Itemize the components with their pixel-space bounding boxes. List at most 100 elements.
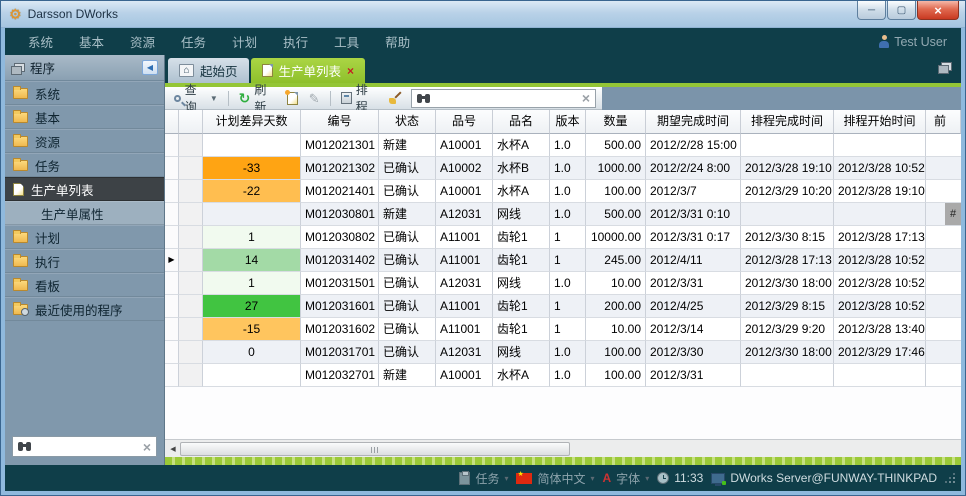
clear-filter-icon[interactable]: ×: [143, 440, 151, 454]
tab-active[interactable]: 生产单列表×: [251, 58, 366, 83]
tab-close-icon[interactable]: ×: [347, 65, 354, 77]
table-row[interactable]: M012030801新建A12031网线1.0500.002012/3/31 0…: [165, 203, 961, 226]
menu-item[interactable]: 基本: [66, 32, 117, 51]
menu-item[interactable]: 系统: [15, 32, 66, 51]
column-header[interactable]: 数量: [586, 110, 646, 134]
chevron-down-icon[interactable]: ▼: [210, 94, 218, 103]
grid-cell: 0: [203, 341, 301, 364]
row-gutter: [179, 341, 203, 364]
task-status-button[interactable]: 任务 ▾: [459, 470, 508, 487]
menu-item[interactable]: 帮助: [372, 32, 423, 51]
row-marker: [165, 134, 179, 157]
grid-cell: [926, 364, 961, 387]
scroll-left-icon[interactable]: ◀: [166, 445, 180, 453]
sidebar-item[interactable]: 系统: [5, 81, 164, 105]
chevron-down-icon[interactable]: ▾: [645, 474, 649, 483]
sidebar-item[interactable]: 执行: [5, 249, 164, 273]
grid-cell: [203, 203, 301, 226]
sidebar-item[interactable]: 最近使用的程序: [5, 297, 164, 321]
column-header[interactable]: 状态: [379, 110, 436, 134]
server-status: DWorks Server@FUNWAY-THINKPAD: [711, 471, 937, 485]
column-header[interactable]: 期望完成时间: [646, 110, 741, 134]
grid-cell: [926, 226, 961, 249]
sidebar-item[interactable]: 生产单列表: [5, 177, 164, 201]
column-header[interactable]: 排程开始时间: [834, 110, 926, 134]
sidebar-filter-input[interactable]: [36, 441, 138, 453]
sidebar-item[interactable]: 生产单属性: [5, 201, 164, 225]
column-header[interactable]: 品名: [493, 110, 550, 134]
row-gutter: [179, 272, 203, 295]
minimize-button[interactable]: ─: [857, 1, 886, 20]
grid-cell: [203, 364, 301, 387]
toolbar-search-input[interactable]: [435, 92, 577, 104]
clear-search-icon[interactable]: ×: [582, 91, 590, 105]
row-gutter: [179, 180, 203, 203]
table-row[interactable]: 27M012031601已确认A11001齿轮11200.002012/4/25…: [165, 295, 961, 318]
table-row[interactable]: -22M012021401已确认A10001水杯A1.0100.002012/3…: [165, 180, 961, 203]
column-header[interactable]: 编号: [301, 110, 379, 134]
window-list-icon[interactable]: [938, 62, 951, 72]
task-label: 任务: [475, 470, 499, 487]
new-button[interactable]: [284, 91, 301, 106]
grid-cell: 2012/3/28 19:10: [741, 157, 834, 180]
table-row[interactable]: ▶14M012031402已确认A11001齿轮11245.002012/4/1…: [165, 249, 961, 272]
menu-item[interactable]: 执行: [270, 32, 321, 51]
table-row[interactable]: -33M012021302已确认A10002水杯B1.01000.002012/…: [165, 157, 961, 180]
row-gutter: [179, 134, 203, 157]
grid-cell: 已确认: [379, 226, 436, 249]
menubar: 系统基本资源任务计划执行工具帮助 Test User: [5, 28, 961, 55]
grid-cell: 2012/3/30 18:00: [741, 341, 834, 364]
menu-item[interactable]: 计划: [219, 32, 270, 51]
sidebar-item[interactable]: 计划: [5, 225, 164, 249]
clean-button[interactable]: [386, 90, 406, 106]
horizontal-scrollbar[interactable]: ◀: [165, 439, 961, 457]
sidebar-item[interactable]: 资源: [5, 129, 164, 153]
grid-cell: 100.00: [586, 341, 646, 364]
user-badge[interactable]: Test User: [879, 35, 951, 49]
close-button[interactable]: ×: [917, 1, 959, 20]
grid-cell: 2012/3/28 10:52: [834, 295, 926, 318]
table-row[interactable]: 1M012031501已确认A12031网线1.010.002012/3/312…: [165, 272, 961, 295]
toolbar-buttons: 查询 ▼ ↻ 刷新 ✎: [165, 87, 602, 110]
grid-cell: A11001: [436, 249, 493, 272]
table-row[interactable]: 0M012031701已确认A12031网线1.0100.002012/3/30…: [165, 341, 961, 364]
sidebar: 程序 ◀ 系统基本资源任务生产单列表生产单属性计划执行看板最近使用的程序 ×: [5, 55, 165, 465]
language-button[interactable]: 简体中文 ▾: [516, 470, 594, 487]
column-header[interactable]: 版本: [550, 110, 586, 134]
column-header[interactable]: 计划差异天数: [203, 110, 301, 134]
column-header[interactable]: 品号: [436, 110, 493, 134]
sidebar-item[interactable]: 基本: [5, 105, 164, 129]
sidebar-collapse-button[interactable]: ◀: [142, 60, 158, 75]
table-row[interactable]: M012021301新建A10001水杯A1.0500.002012/2/28 …: [165, 134, 961, 157]
tab-inactive[interactable]: ⌂起始页: [168, 58, 249, 83]
resize-grip[interactable]: [945, 473, 955, 483]
chevron-down-icon[interactable]: ▾: [590, 474, 594, 483]
table-row[interactable]: -15M012031602已确认A11001齿轮1110.002012/3/14…: [165, 318, 961, 341]
chevron-down-icon[interactable]: ▾: [504, 474, 508, 483]
table-row[interactable]: M012032701新建A10001水杯A1.0100.002012/3/31: [165, 364, 961, 387]
table-row[interactable]: 1M012030802已确认A11001齿轮1110000.002012/3/3…: [165, 226, 961, 249]
language-label: 简体中文: [537, 470, 585, 487]
header-gutter: [165, 110, 179, 134]
maximize-button[interactable]: ▢: [887, 1, 916, 20]
row-marker: [165, 341, 179, 364]
grid-cell: 新建: [379, 203, 436, 226]
folder-icon: [13, 304, 28, 315]
grid-cell: 2012/3/31 0:10: [646, 203, 741, 226]
sidebar-item[interactable]: 任务: [5, 153, 164, 177]
font-button[interactable]: A 字体 ▾: [603, 470, 650, 487]
menu-item[interactable]: 任务: [168, 32, 219, 51]
edit-button[interactable]: ✎: [306, 91, 323, 106]
titlebar[interactable]: ⚙ Darsson DWorks ─ ▢ ×: [1, 1, 965, 28]
column-header[interactable]: 前: [926, 110, 961, 134]
scrollbar-thumb[interactable]: [180, 442, 570, 456]
document-icon: [13, 183, 24, 196]
grid-cell: M012021301: [301, 134, 379, 157]
sidebar-item[interactable]: 看板: [5, 273, 164, 297]
menu-item[interactable]: 工具: [321, 32, 372, 51]
menu-item[interactable]: 资源: [117, 32, 168, 51]
grid-cell: 已确认: [379, 272, 436, 295]
grid-cell: 1000.00: [586, 157, 646, 180]
grid-cell: 已确认: [379, 341, 436, 364]
column-header[interactable]: 排程完成时间: [741, 110, 834, 134]
